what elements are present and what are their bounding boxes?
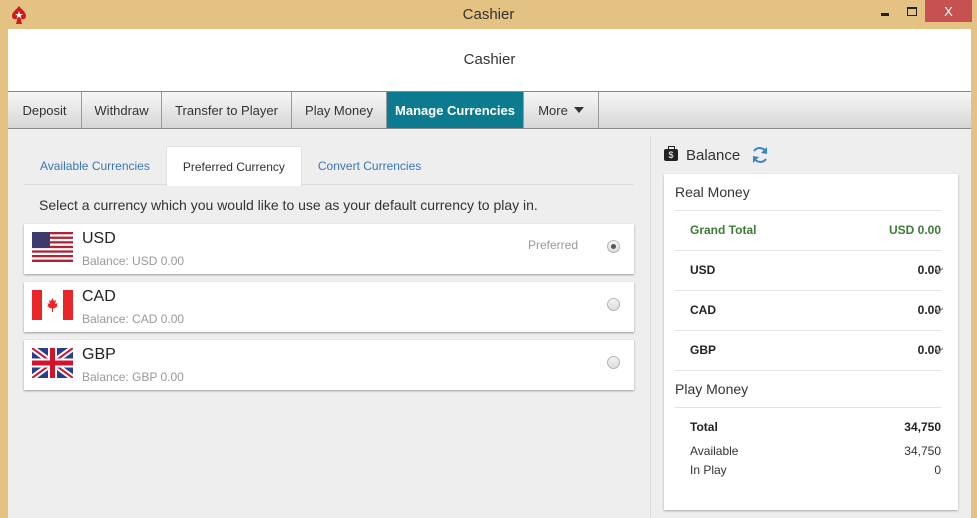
currency-balance: Balance: GBP 0.00	[82, 370, 184, 384]
panel-divider	[650, 136, 651, 518]
currency-row-cad[interactable]: CAD Balance: CAD 0.00	[24, 282, 634, 332]
currency-subtabs: Available Currencies Preferred Currency …	[24, 146, 634, 186]
main-nav: Deposit Withdraw Transfer to Player Play…	[8, 91, 971, 129]
play-money-title: Play Money	[675, 381, 749, 397]
divider	[675, 250, 941, 251]
balance-label: USD	[690, 263, 716, 277]
currency-list: USD Balance: USD 0.00 Preferred CAD Bala…	[24, 224, 634, 398]
nav-withdraw[interactable]: Withdraw	[82, 92, 162, 128]
nav-play-money[interactable]: Play Money	[292, 92, 387, 128]
play-available-row: Available 34,750	[690, 444, 941, 458]
preferred-radio-usd[interactable]	[607, 240, 620, 253]
title-bar: Cashier X	[0, 0, 977, 29]
balance-row-gbp: GBP 0.00	[690, 343, 941, 357]
play-in-play-row: In Play 0	[690, 463, 941, 477]
play-total-value: 34,750	[904, 420, 941, 434]
nav-more[interactable]: More	[524, 92, 599, 128]
divider	[675, 210, 941, 211]
preferred-label: Preferred	[527, 238, 578, 252]
currency-panel: Available Currencies Preferred Currency …	[24, 146, 634, 213]
currency-code: GBP	[82, 346, 116, 363]
nav-transfer-to-player[interactable]: Transfer to Player	[162, 92, 292, 128]
preferred-radio-cad[interactable]	[607, 298, 620, 311]
chevron-down-icon[interactable]	[934, 265, 944, 275]
currency-balance: Balance: USD 0.00	[82, 254, 185, 268]
chevron-down-icon[interactable]	[934, 345, 944, 355]
nav-deposit[interactable]: Deposit	[8, 92, 82, 128]
balance-card: Real Money Grand Total USD 0.00 USD 0.00…	[664, 174, 958, 510]
nav-more-label: More	[538, 102, 568, 118]
uk-flag-icon	[32, 348, 73, 378]
divider	[675, 370, 941, 371]
us-flag-icon	[32, 232, 73, 262]
play-total-row: Total 34,750	[690, 420, 941, 434]
nav-manage-currencies[interactable]: Manage Currencies	[387, 92, 524, 128]
tab-preferred-currency[interactable]: Preferred Currency	[165, 146, 302, 186]
minimize-icon	[881, 12, 889, 16]
play-available-value: 34,750	[904, 444, 941, 458]
real-money-title: Real Money	[675, 184, 750, 200]
canada-flag-icon	[32, 290, 73, 320]
currency-code: USD	[82, 230, 116, 247]
window-title: Cashier	[462, 6, 515, 23]
chevron-down-icon[interactable]	[934, 305, 944, 315]
play-in-play-value: 0	[934, 463, 941, 477]
refresh-icon[interactable]	[750, 145, 770, 165]
balance-title: Balance	[686, 146, 741, 164]
grand-total-row: Grand Total USD 0.00	[690, 223, 941, 237]
caret-down-icon	[573, 107, 584, 113]
divider	[675, 290, 941, 291]
balance-row-cad: CAD 0.00	[690, 303, 941, 317]
grand-total-value: USD 0.00	[888, 223, 941, 237]
balance-header: $ Balance	[664, 144, 977, 166]
divider	[675, 407, 941, 408]
page-title: Cashier	[463, 51, 516, 68]
play-available-label: Available	[690, 444, 739, 458]
balance-row-usd: USD 0.00	[690, 263, 941, 277]
balance-panel: $ Balance Real Money Grand Total USD 0.0…	[664, 144, 977, 510]
minimize-button[interactable]	[872, 0, 898, 22]
grand-total-label: Grand Total	[690, 223, 757, 237]
currency-balance: Balance: CAD 0.00	[82, 312, 185, 326]
currency-code: CAD	[82, 288, 116, 305]
currency-row-usd[interactable]: USD Balance: USD 0.00 Preferred	[24, 224, 634, 274]
balance-label: GBP	[690, 343, 717, 357]
tab-convert-currencies[interactable]: Convert Currencies	[302, 146, 437, 185]
maximize-icon	[907, 6, 917, 16]
header: Cashier	[8, 29, 971, 91]
divider	[675, 330, 941, 331]
instruction-text: Select a currency which you would like t…	[39, 197, 538, 213]
wallet-icon: $	[664, 146, 678, 161]
tab-available-currencies[interactable]: Available Currencies	[24, 146, 166, 185]
play-total-label: Total	[690, 420, 718, 434]
play-in-play-label: In Play	[690, 463, 727, 477]
preferred-radio-gbp[interactable]	[607, 356, 620, 369]
close-button[interactable]: X	[925, 0, 972, 22]
maximize-button[interactable]	[899, 0, 925, 22]
cashier-window: Cashier Deposit Withdraw Transfer to Pla…	[8, 29, 971, 518]
currency-row-gbp[interactable]: GBP Balance: GBP 0.00	[24, 340, 634, 390]
balance-label: CAD	[690, 303, 716, 317]
